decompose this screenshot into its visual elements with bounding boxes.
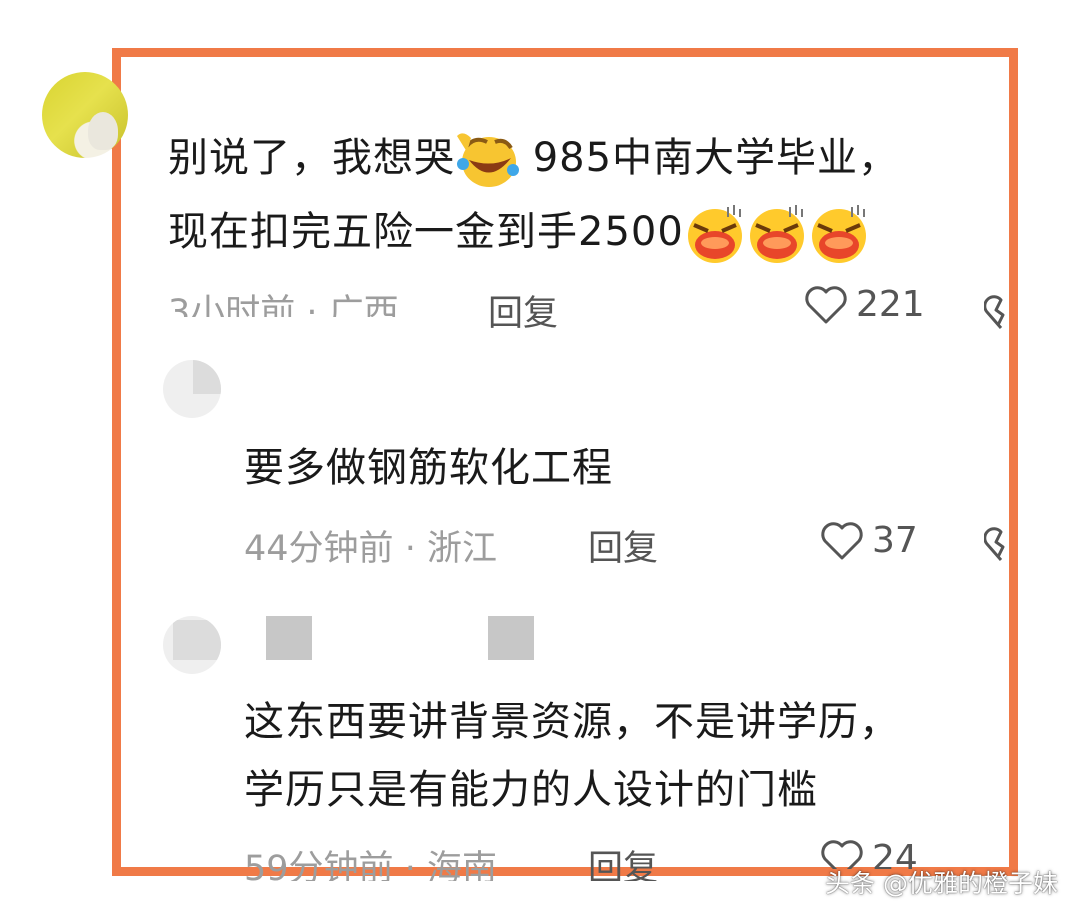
- broken-heart-icon[interactable]: [984, 524, 1018, 564]
- blurred-username: [488, 616, 534, 660]
- comment-meta: 59分钟前 · 海南: [244, 840, 497, 889]
- comment-text: 要多做钢筋软化工程: [244, 445, 613, 491]
- comment-meta: 44分钟前 · 浙江: [244, 520, 497, 571]
- blurred-username: [266, 616, 312, 660]
- broken-heart-icon[interactable]: [984, 292, 1018, 332]
- comment-text-part: 985中南大学毕业，: [519, 135, 900, 181]
- watermark: 头条 @优雅的橙子妹: [825, 869, 1058, 898]
- like-count: 37: [872, 520, 918, 561]
- crying-emoji-icon: [808, 203, 870, 265]
- heart-icon: [821, 521, 863, 559]
- reply-button[interactable]: 回复: [588, 520, 658, 571]
- laughing-emoji-icon: [455, 130, 519, 190]
- comment-text-line: 学历只是有能力的人设计的门槛: [244, 767, 818, 813]
- avatar[interactable]: [163, 616, 221, 674]
- like-count: 221: [856, 284, 925, 325]
- comment-time: 44分钟前: [244, 529, 394, 569]
- avatar[interactable]: [163, 360, 221, 418]
- comment-text: 别说了，我想哭 985中南大学毕业，: [168, 124, 899, 192]
- comment-location: 浙江: [426, 529, 497, 569]
- comment-text-part: 别说了，我想哭: [168, 135, 455, 181]
- like-button[interactable]: 221: [804, 284, 925, 325]
- meta-separator: ·: [404, 849, 416, 889]
- comment-text: 这东西要讲背景资源，不是讲学历，: [244, 699, 900, 745]
- heart-icon: [805, 285, 847, 323]
- crying-emoji-icon: [746, 203, 808, 265]
- meta-separator: ·: [404, 529, 416, 569]
- comment-text-line: 现在扣完五险一金到手2500: [168, 198, 870, 266]
- reply-button[interactable]: 回复: [488, 285, 558, 336]
- comment-text-part: 现在扣完五险一金到手2500: [168, 209, 684, 255]
- crying-emoji-icon: [684, 203, 746, 265]
- like-button[interactable]: 37: [820, 520, 918, 561]
- avatar[interactable]: [42, 72, 128, 158]
- reply-button[interactable]: 回复: [588, 840, 658, 881]
- comment-time: 59分钟前: [244, 849, 394, 889]
- comment-location: 海南: [426, 849, 497, 889]
